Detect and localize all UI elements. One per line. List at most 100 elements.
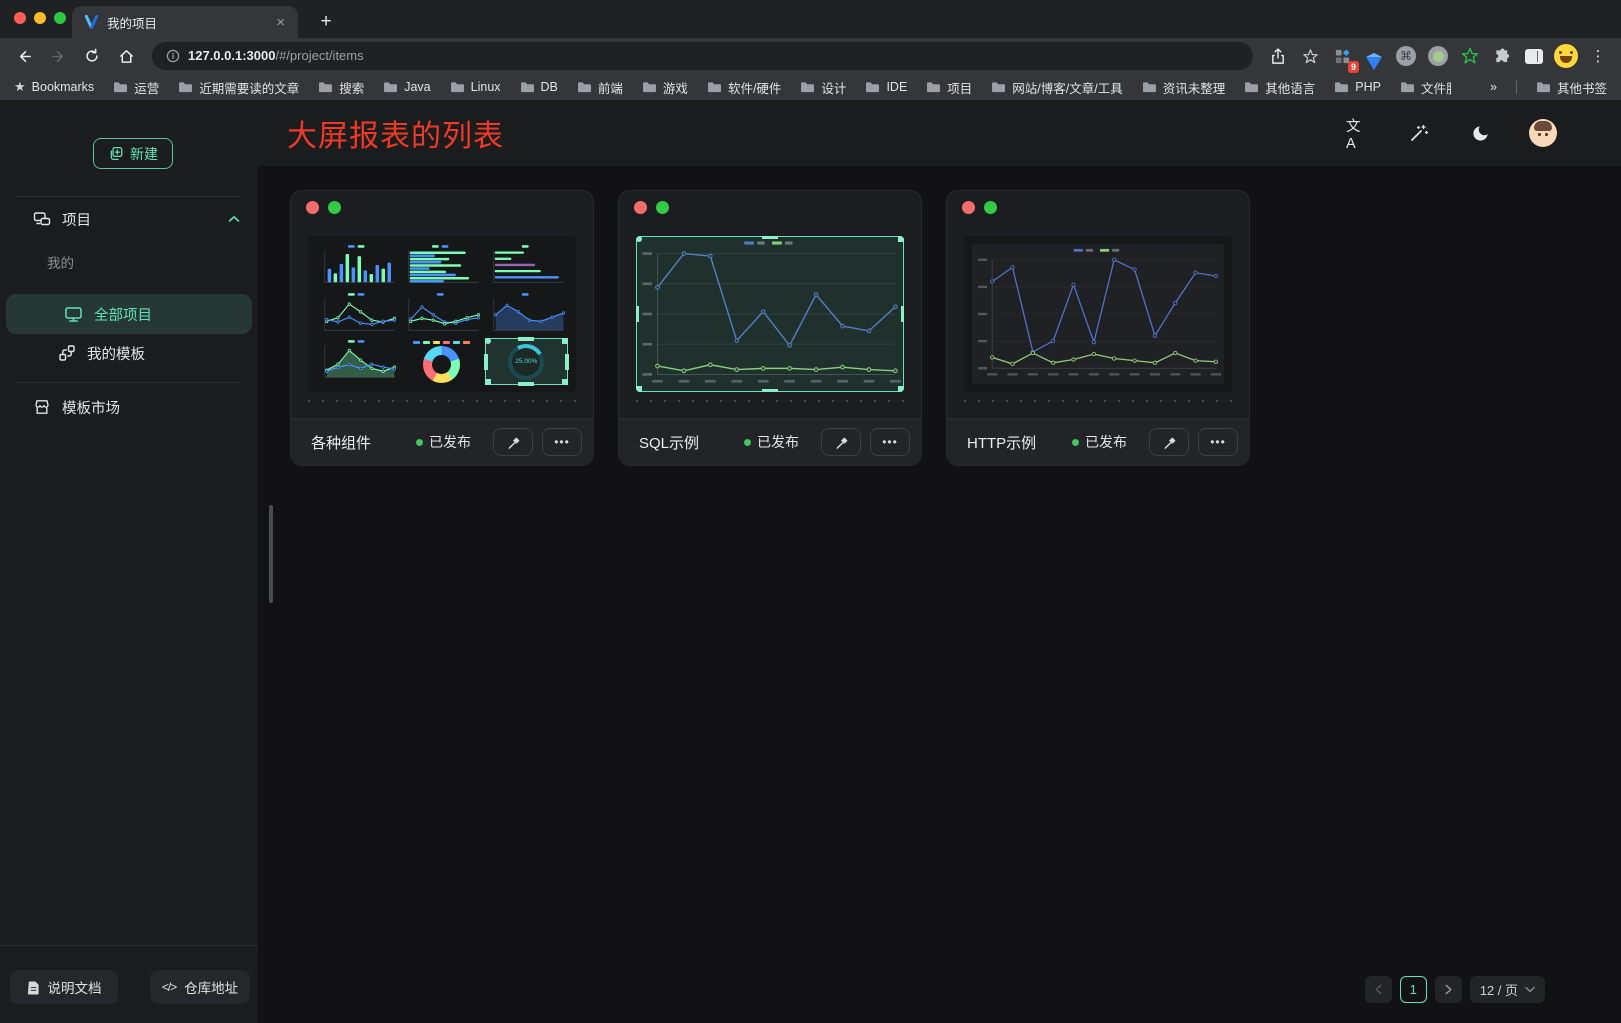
reload-button[interactable] bbox=[78, 42, 106, 70]
bookmark-folder[interactable]: 文件服务器 bbox=[1400, 78, 1452, 97]
page-number-button[interactable]: 1 bbox=[1400, 976, 1427, 1003]
project-thumbnail[interactable] bbox=[964, 236, 1232, 392]
project-card[interactable]: 25.00%各种组件已发布••• bbox=[290, 190, 594, 466]
folder-icon bbox=[707, 81, 722, 93]
window-zoom-button[interactable] bbox=[54, 12, 66, 24]
repo-button[interactable]: </> 仓库地址 bbox=[150, 970, 250, 1004]
magic-wand-icon[interactable] bbox=[1407, 121, 1431, 145]
card-footer: SQL示例已发布••• bbox=[619, 418, 921, 465]
selection-overlay[interactable] bbox=[636, 236, 904, 392]
tab-close-icon[interactable]: × bbox=[273, 14, 288, 31]
status-label: 已发布 bbox=[429, 432, 471, 452]
bookmark-folder[interactable]: 游戏 bbox=[642, 78, 688, 97]
status-dot-icon bbox=[416, 439, 423, 446]
folder-icon bbox=[520, 81, 535, 93]
extension-command-icon[interactable]: ⌘ bbox=[1393, 43, 1419, 69]
project-card[interactable]: HTTP示例已发布••• bbox=[946, 190, 1250, 466]
folder-icon bbox=[577, 81, 592, 93]
project-card[interactable]: SQL示例已发布••• bbox=[618, 190, 922, 466]
other-bookmarks-button[interactable]: 其他书签 bbox=[1536, 78, 1607, 97]
extension-grid-icon[interactable]: 9 bbox=[1329, 43, 1355, 69]
folder-icon bbox=[1400, 81, 1415, 93]
side-panel-icon[interactable] bbox=[1521, 43, 1547, 69]
bookmarks-manager[interactable]: ★ Bookmarks bbox=[14, 79, 94, 95]
project-thumbnail[interactable] bbox=[636, 236, 904, 392]
ellipsis-icon: ••• bbox=[882, 435, 898, 449]
dark-mode-moon-icon[interactable] bbox=[1468, 121, 1492, 145]
url-bar[interactable]: 127.0.0.1:3000/#/project/items bbox=[152, 42, 1253, 70]
bookmarks-overflow-button[interactable]: » bbox=[1490, 80, 1497, 94]
dotted-divider bbox=[964, 400, 1232, 402]
bookmark-folder-label: 资讯未整理 bbox=[1163, 78, 1226, 97]
bookmark-folder[interactable]: 搜索 bbox=[318, 78, 364, 97]
browser-menu-icon[interactable]: ⋮ bbox=[1585, 43, 1611, 69]
page-size-select[interactable]: 12 / 页 bbox=[1470, 976, 1545, 1003]
bookmark-folder[interactable]: 其他语言 bbox=[1244, 78, 1315, 97]
language-toggle-icon[interactable]: 文A bbox=[1346, 121, 1370, 145]
mini-chart-donut bbox=[401, 339, 482, 384]
sidebar-item-template-market[interactable]: 模板市场 bbox=[0, 388, 258, 426]
browser-tab[interactable]: 我的项目 × bbox=[72, 6, 298, 38]
bookmark-folder[interactable]: 软件/硬件 bbox=[707, 78, 781, 97]
project-thumbnail[interactable]: 25.00% bbox=[308, 236, 576, 392]
next-page-button[interactable] bbox=[1435, 976, 1462, 1003]
donut-legend bbox=[413, 341, 470, 344]
sidebar-item-all-projects[interactable]: 全部项目 bbox=[6, 294, 252, 334]
home-button[interactable] bbox=[112, 42, 140, 70]
main-content: 大屏报表的列表 文A 25.00%各种组件已发布•••SQL示例已发布•••HT… bbox=[258, 100, 1621, 1023]
site-info-icon[interactable] bbox=[166, 49, 180, 63]
bookmark-folder[interactable]: 网站/博客/文章/工具 bbox=[991, 78, 1122, 97]
scrollbar-thumb[interactable] bbox=[269, 505, 273, 603]
folder-icon bbox=[991, 81, 1006, 93]
prev-page-button[interactable] bbox=[1365, 976, 1392, 1003]
line-chart bbox=[972, 244, 1224, 384]
profile-avatar[interactable] bbox=[1553, 43, 1579, 69]
create-new-button[interactable]: 新建 bbox=[93, 138, 173, 169]
status-badge: 已发布 bbox=[416, 432, 471, 452]
extension-gem-icon[interactable] bbox=[1361, 43, 1387, 69]
bookmark-folder[interactable]: IDE bbox=[865, 78, 907, 97]
more-button[interactable]: ••• bbox=[870, 428, 910, 456]
pagination: 1 12 / 页 bbox=[1365, 976, 1545, 1003]
bookmark-folder[interactable]: DB bbox=[520, 78, 558, 97]
bookmark-folder[interactable]: Java bbox=[383, 78, 430, 97]
bookmark-folder[interactable]: Linux bbox=[450, 78, 501, 97]
sidebar-item-label: 模板市场 bbox=[62, 397, 120, 418]
bookmark-folder-label: IDE bbox=[886, 80, 907, 94]
edit-button[interactable] bbox=[493, 428, 533, 456]
bookmark-folder[interactable]: 近期需要读的文章 bbox=[178, 78, 299, 97]
bookmark-folder[interactable]: 项目 bbox=[926, 78, 972, 97]
window-minimize-button[interactable] bbox=[34, 12, 46, 24]
extensions-puzzle-icon[interactable] bbox=[1489, 43, 1515, 69]
sidebar-divider bbox=[16, 382, 242, 383]
extension-star-icon[interactable] bbox=[1457, 43, 1483, 69]
mini-chart bbox=[486, 292, 567, 337]
window-close-button[interactable] bbox=[14, 12, 26, 24]
bookmark-folder[interactable]: 运营 bbox=[113, 78, 159, 97]
docs-button[interactable]: 说明文档 bbox=[10, 970, 118, 1004]
bookmark-folder[interactable]: 设计 bbox=[800, 78, 846, 97]
bookmark-folder[interactable]: PHP bbox=[1334, 78, 1381, 97]
extension-record-icon[interactable] bbox=[1425, 43, 1451, 69]
back-button[interactable] bbox=[10, 42, 38, 70]
more-button[interactable]: ••• bbox=[542, 428, 582, 456]
bookmark-star-button[interactable] bbox=[1297, 43, 1323, 69]
bookmark-folder[interactable]: 资讯未整理 bbox=[1142, 78, 1226, 97]
card-footer: 各种组件已发布••• bbox=[291, 418, 593, 465]
forward-button[interactable] bbox=[44, 42, 72, 70]
window-controls[interactable] bbox=[14, 12, 66, 24]
user-avatar[interactable] bbox=[1529, 119, 1557, 147]
document-icon bbox=[27, 980, 40, 995]
red-dot-icon bbox=[962, 201, 975, 214]
mini-chart-grid: 25.00% bbox=[308, 236, 576, 392]
new-tab-button[interactable]: + bbox=[312, 8, 340, 36]
edit-button[interactable] bbox=[1149, 428, 1189, 456]
share-button[interactable] bbox=[1265, 43, 1291, 69]
bookmark-folder[interactable]: 前端 bbox=[577, 78, 623, 97]
edit-button[interactable] bbox=[821, 428, 861, 456]
monitor-icon bbox=[64, 305, 83, 323]
sidebar-group-project[interactable]: 项目 bbox=[0, 200, 258, 238]
chevron-up-icon[interactable] bbox=[228, 215, 240, 223]
sidebar-item-my-templates[interactable]: 我的模板 bbox=[0, 334, 258, 372]
more-button[interactable]: ••• bbox=[1198, 428, 1238, 456]
